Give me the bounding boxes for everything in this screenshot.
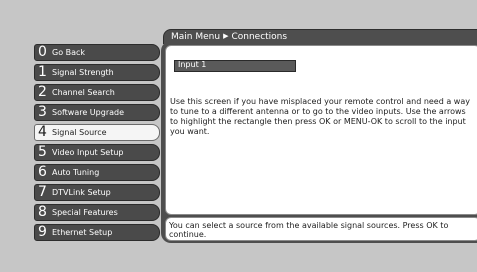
menu-item-label: Go Back	[52, 48, 86, 57]
menu-item-label: Auto Tuning	[52, 168, 100, 177]
menu-item-number: 5	[38, 144, 47, 160]
menu-item-special-features[interactable]: 8 Special Features	[34, 204, 160, 221]
menu-item-software-upgrade[interactable]: 3 Software Upgrade	[34, 104, 160, 121]
menu-item-channel-search[interactable]: 2 Channel Search	[34, 84, 160, 101]
menu-item-dtvlink-setup[interactable]: 7 DTVLink Setup	[34, 184, 160, 201]
menu-item-video-input-setup[interactable]: 5 Video Input Setup	[34, 144, 160, 161]
menu-item-label: Signal Source	[52, 128, 107, 137]
help-text: You can select a source from the availab…	[169, 221, 449, 239]
menu-item-label: DTVLink Setup	[52, 188, 111, 197]
menu-item-number: 1	[38, 64, 47, 80]
menu-item-label: Signal Strength	[52, 68, 114, 77]
menu-item-auto-tuning[interactable]: 6 Auto Tuning	[34, 164, 160, 181]
menu-item-number: 8	[38, 204, 47, 220]
menu-item-label: Channel Search	[52, 88, 115, 97]
menu-item-label: Ethernet Setup	[52, 228, 113, 237]
description-text: Use this screen if you have misplaced yo…	[170, 97, 470, 136]
menu-item-number: 9	[38, 224, 47, 240]
input-selector-label: Input 1	[178, 60, 207, 69]
menu-item-number: 0	[38, 44, 47, 60]
menu-item-signal-strength[interactable]: 1 Signal Strength	[34, 64, 160, 81]
menu-item-label: Special Features	[52, 208, 118, 217]
menu-item-number: 7	[38, 184, 47, 200]
menu-item-label: Software Upgrade	[52, 108, 125, 117]
menu-item-label: Video Input Setup	[52, 148, 124, 157]
menu-item-number: 3	[38, 104, 47, 120]
tv-menu-screen: Main Menu ▶ Connections Input 1 Use this s…	[0, 0, 477, 272]
menu-item-signal-source[interactable]: 4 Signal Source	[34, 124, 160, 141]
menu-item-number: 4	[38, 124, 47, 140]
menu-item-number: 2	[38, 84, 47, 100]
menu-item-number: 6	[38, 164, 47, 180]
menu-item-go-back[interactable]: 0 Go Back	[34, 44, 160, 61]
menu-item-ethernet-setup[interactable]: 9 Ethernet Setup	[34, 224, 160, 241]
